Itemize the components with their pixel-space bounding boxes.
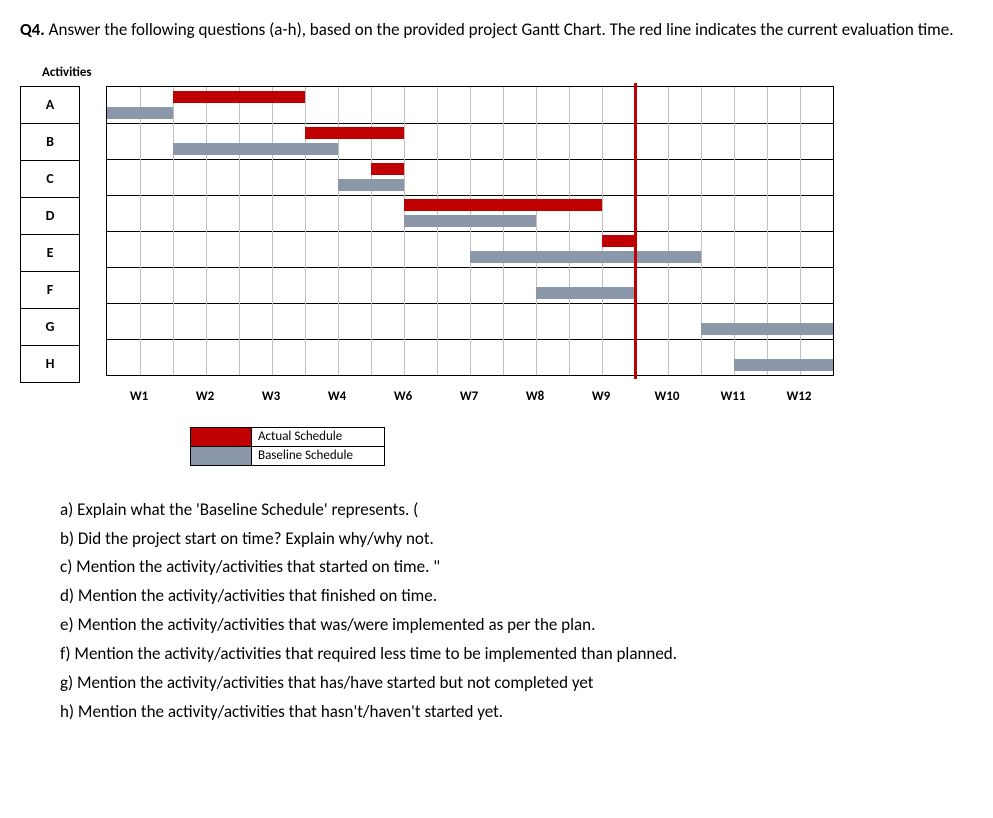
activity-label: F (20, 272, 80, 309)
question-prefix: Q4. (20, 19, 45, 40)
legend-row-baseline: Baseline Schedule (191, 446, 384, 465)
bar-baseline (536, 287, 635, 299)
x-tick: W4 (328, 389, 346, 404)
x-axis: W1 W2 W3 W4 W6 W7 W8 W9 W10 W11 W12 (106, 389, 832, 415)
activity-label: E (20, 235, 80, 272)
subq-g: g) Mention the activity/activities that … (60, 669, 973, 698)
subquestions: a) Explain what the 'Baseline Schedule' … (60, 496, 973, 727)
subq-h: h) Mention the activity/activities that … (60, 698, 973, 727)
y-axis-title: Activities (42, 65, 973, 80)
activity-label: H (20, 346, 80, 383)
legend-label-actual: Actual Schedule (252, 428, 384, 446)
bar-baseline (107, 107, 173, 119)
subq-f: f) Mention the activity/activities that … (60, 640, 973, 669)
bar-actual (173, 91, 305, 103)
x-tick: W2 (196, 389, 214, 404)
activity-label: A (20, 86, 80, 124)
subq-d: d) Mention the activity/activities that … (60, 582, 973, 611)
x-tick: W6 (394, 389, 412, 404)
bar-baseline (404, 215, 536, 227)
activity-label: C (20, 161, 80, 198)
x-tick: W10 (655, 389, 680, 404)
x-tick: W9 (592, 389, 610, 404)
legend-swatch-baseline (191, 446, 252, 465)
activity-label: G (20, 309, 80, 346)
activity-label: D (20, 198, 80, 235)
legend-row-actual: Actual Schedule (191, 428, 384, 446)
bar-baseline (470, 251, 701, 263)
x-tick: W7 (460, 389, 478, 404)
subq-a: a) Explain what the 'Baseline Schedule' … (60, 496, 973, 525)
bar-baseline (734, 359, 833, 371)
bar-actual (602, 235, 635, 247)
bar-actual (305, 127, 404, 139)
x-tick: W11 (721, 389, 746, 404)
bar-baseline (173, 143, 338, 155)
x-tick: W8 (526, 389, 544, 404)
x-tick: W1 (130, 389, 148, 404)
evaluation-line (634, 83, 637, 379)
bar-actual (371, 163, 404, 175)
legend: Actual Schedule Baseline Schedule (190, 427, 385, 466)
subq-b: b) Did the project start on time? Explai… (60, 525, 973, 554)
question-intro: Q4. Answer the following questions (a-h)… (20, 18, 973, 43)
question-text: Answer the following questions (a-h), ba… (49, 19, 954, 40)
gantt-grid (106, 86, 834, 376)
bar-actual (404, 199, 602, 211)
bar-baseline (701, 323, 833, 335)
subq-c: c) Mention the activity/activities that … (60, 553, 973, 582)
x-tick: W3 (262, 389, 280, 404)
activity-label: B (20, 124, 80, 161)
bar-baseline (338, 179, 404, 191)
x-tick: W12 (787, 389, 812, 404)
activity-labels-column: ABCDEFGH (20, 86, 80, 383)
legend-swatch-actual (191, 428, 252, 446)
subq-e: e) Mention the activity/activities that … (60, 611, 973, 640)
legend-label-baseline: Baseline Schedule (252, 446, 384, 465)
gantt-chart: ABCDEFGH (20, 86, 973, 383)
